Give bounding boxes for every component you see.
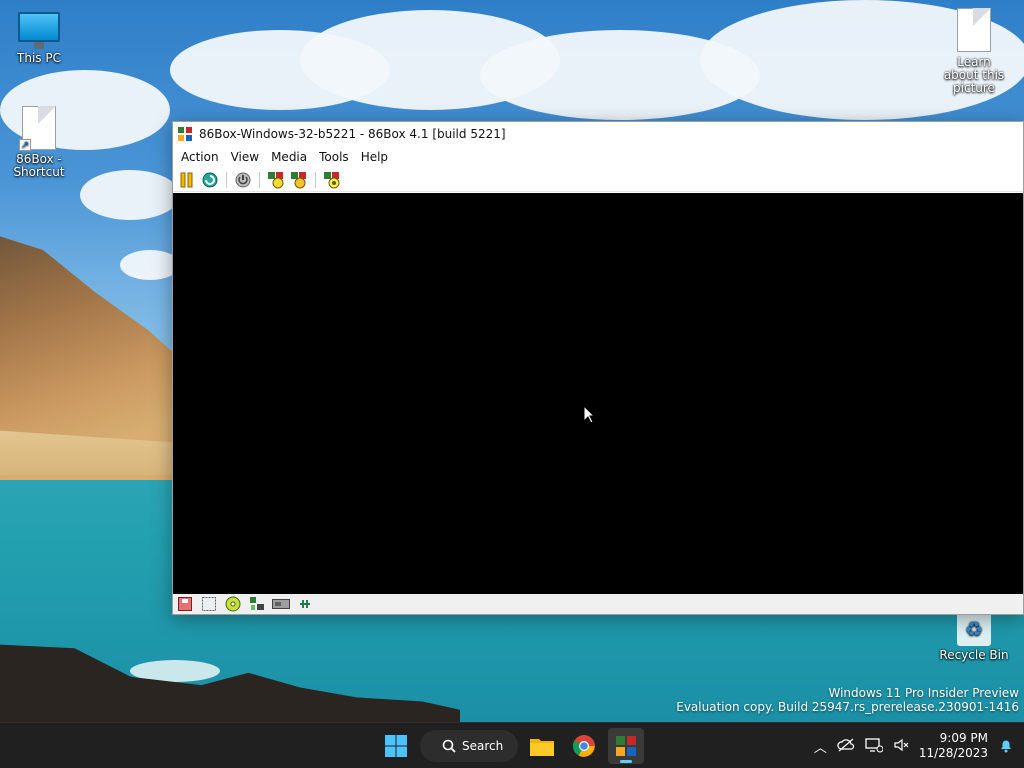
- menu-help[interactable]: Help: [355, 146, 394, 168]
- mouse-pointer-icon: [583, 404, 596, 427]
- rocks: [0, 644, 460, 722]
- desktop-icon-label: Learn about this picture: [943, 55, 1005, 95]
- file-explorer-button[interactable]: [524, 728, 560, 764]
- emulator-screen[interactable]: [173, 193, 1023, 594]
- search-label: Search: [462, 739, 504, 753]
- network-status-icon[interactable]: [865, 737, 884, 756]
- toolbar-separator: [315, 171, 316, 188]
- monitor-icon: [18, 12, 60, 49]
- taskbar: Search ︿ 9:09 PM 11/28/2023: [0, 722, 1024, 768]
- cdrom-icon[interactable]: [224, 596, 242, 612]
- sound-icon[interactable]: [272, 596, 290, 612]
- 86box-app-icon: [177, 126, 193, 142]
- desktop-icon-this-pc[interactable]: This PC: [2, 12, 76, 65]
- reset-icon[interactable]: [200, 170, 220, 190]
- taskbar-clock[interactable]: 9:09 PM 11/28/2023: [919, 731, 988, 761]
- windows-logo-icon: [385, 735, 407, 757]
- menu-view[interactable]: View: [225, 146, 265, 168]
- 86box-window[interactable]: 86Box-Windows-32-b5221 - 86Box 4.1 [buil…: [172, 121, 1024, 615]
- desktop-icon-label: This PC: [17, 51, 61, 65]
- toolbar: [173, 168, 1023, 192]
- menu-bar: Action View Media Tools Help: [173, 146, 1023, 168]
- toolbar-separator: [259, 171, 260, 188]
- desktop-icon-recycle-bin[interactable]: ♻ Recycle Bin: [937, 612, 1011, 662]
- notification-bell-icon[interactable]: [998, 737, 1014, 756]
- settings-icon[interactable]: [266, 170, 286, 190]
- folder-icon: [530, 739, 554, 756]
- floppy-icon[interactable]: [176, 596, 194, 612]
- keyboard-icon[interactable]: [296, 596, 314, 612]
- search-icon: [442, 739, 456, 753]
- 86box-taskbar-button[interactable]: [608, 728, 644, 764]
- ctrl-alt-del-icon[interactable]: [322, 170, 342, 190]
- 86box-icon: [616, 736, 636, 756]
- power-icon[interactable]: [233, 170, 253, 190]
- menu-media[interactable]: Media: [265, 146, 313, 168]
- network-icon[interactable]: [248, 596, 266, 612]
- watermark-line-2: Evaluation copy. Build 25947.rs_prerelea…: [676, 700, 1019, 714]
- menu-tools[interactable]: Tools: [313, 146, 355, 168]
- recycle-bin-icon: ♻: [957, 612, 991, 646]
- onedrive-icon[interactable]: [837, 738, 855, 755]
- windows-watermark: Windows 11 Pro Insider Preview Evaluatio…: [676, 686, 1019, 714]
- taskbar-search-button[interactable]: Search: [420, 730, 518, 762]
- desktop-icon-label: Recycle Bin: [939, 648, 1009, 662]
- watermark-line-1: Windows 11 Pro Insider Preview: [828, 686, 1019, 700]
- hard-reset-icon[interactable]: [289, 170, 309, 190]
- clock-date: 11/28/2023: [918, 746, 988, 760]
- desktop-icon-86box-shortcut[interactable]: ↗ 86Box - Shortcut: [2, 106, 76, 179]
- title-bar[interactable]: 86Box-Windows-32-b5221 - 86Box 4.1 [buil…: [173, 122, 1023, 146]
- cloud: [120, 250, 180, 280]
- pause-icon[interactable]: [177, 170, 197, 190]
- status-bar: [173, 594, 1023, 614]
- shortcut-file-icon: ↗: [19, 106, 56, 151]
- shortcut-arrow-icon: ↗: [19, 139, 31, 151]
- toolbar-separator: [226, 171, 227, 188]
- system-tray: ︿ 9:09 PM 11/28/2023: [814, 723, 1014, 768]
- taskbar-center: Search: [378, 723, 644, 768]
- desktop-icon-learn-about-picture[interactable]: Learn about this picture: [937, 8, 1011, 95]
- hdd-icon[interactable]: [200, 596, 218, 612]
- cloud: [80, 170, 180, 220]
- document-icon: [957, 8, 991, 52]
- show-hidden-icons-chevron-icon[interactable]: ︿: [814, 737, 827, 756]
- desktop-icon-label: 86Box - Shortcut: [13, 152, 65, 179]
- clock-time: 9:09 PM: [939, 731, 988, 745]
- volume-muted-icon[interactable]: [893, 737, 909, 756]
- window-title: 86Box-Windows-32-b5221 - 86Box 4.1 [buil…: [199, 127, 506, 141]
- chrome-button[interactable]: [566, 728, 602, 764]
- menu-action[interactable]: Action: [175, 146, 225, 168]
- chrome-icon: [572, 735, 595, 757]
- start-button[interactable]: [378, 728, 414, 764]
